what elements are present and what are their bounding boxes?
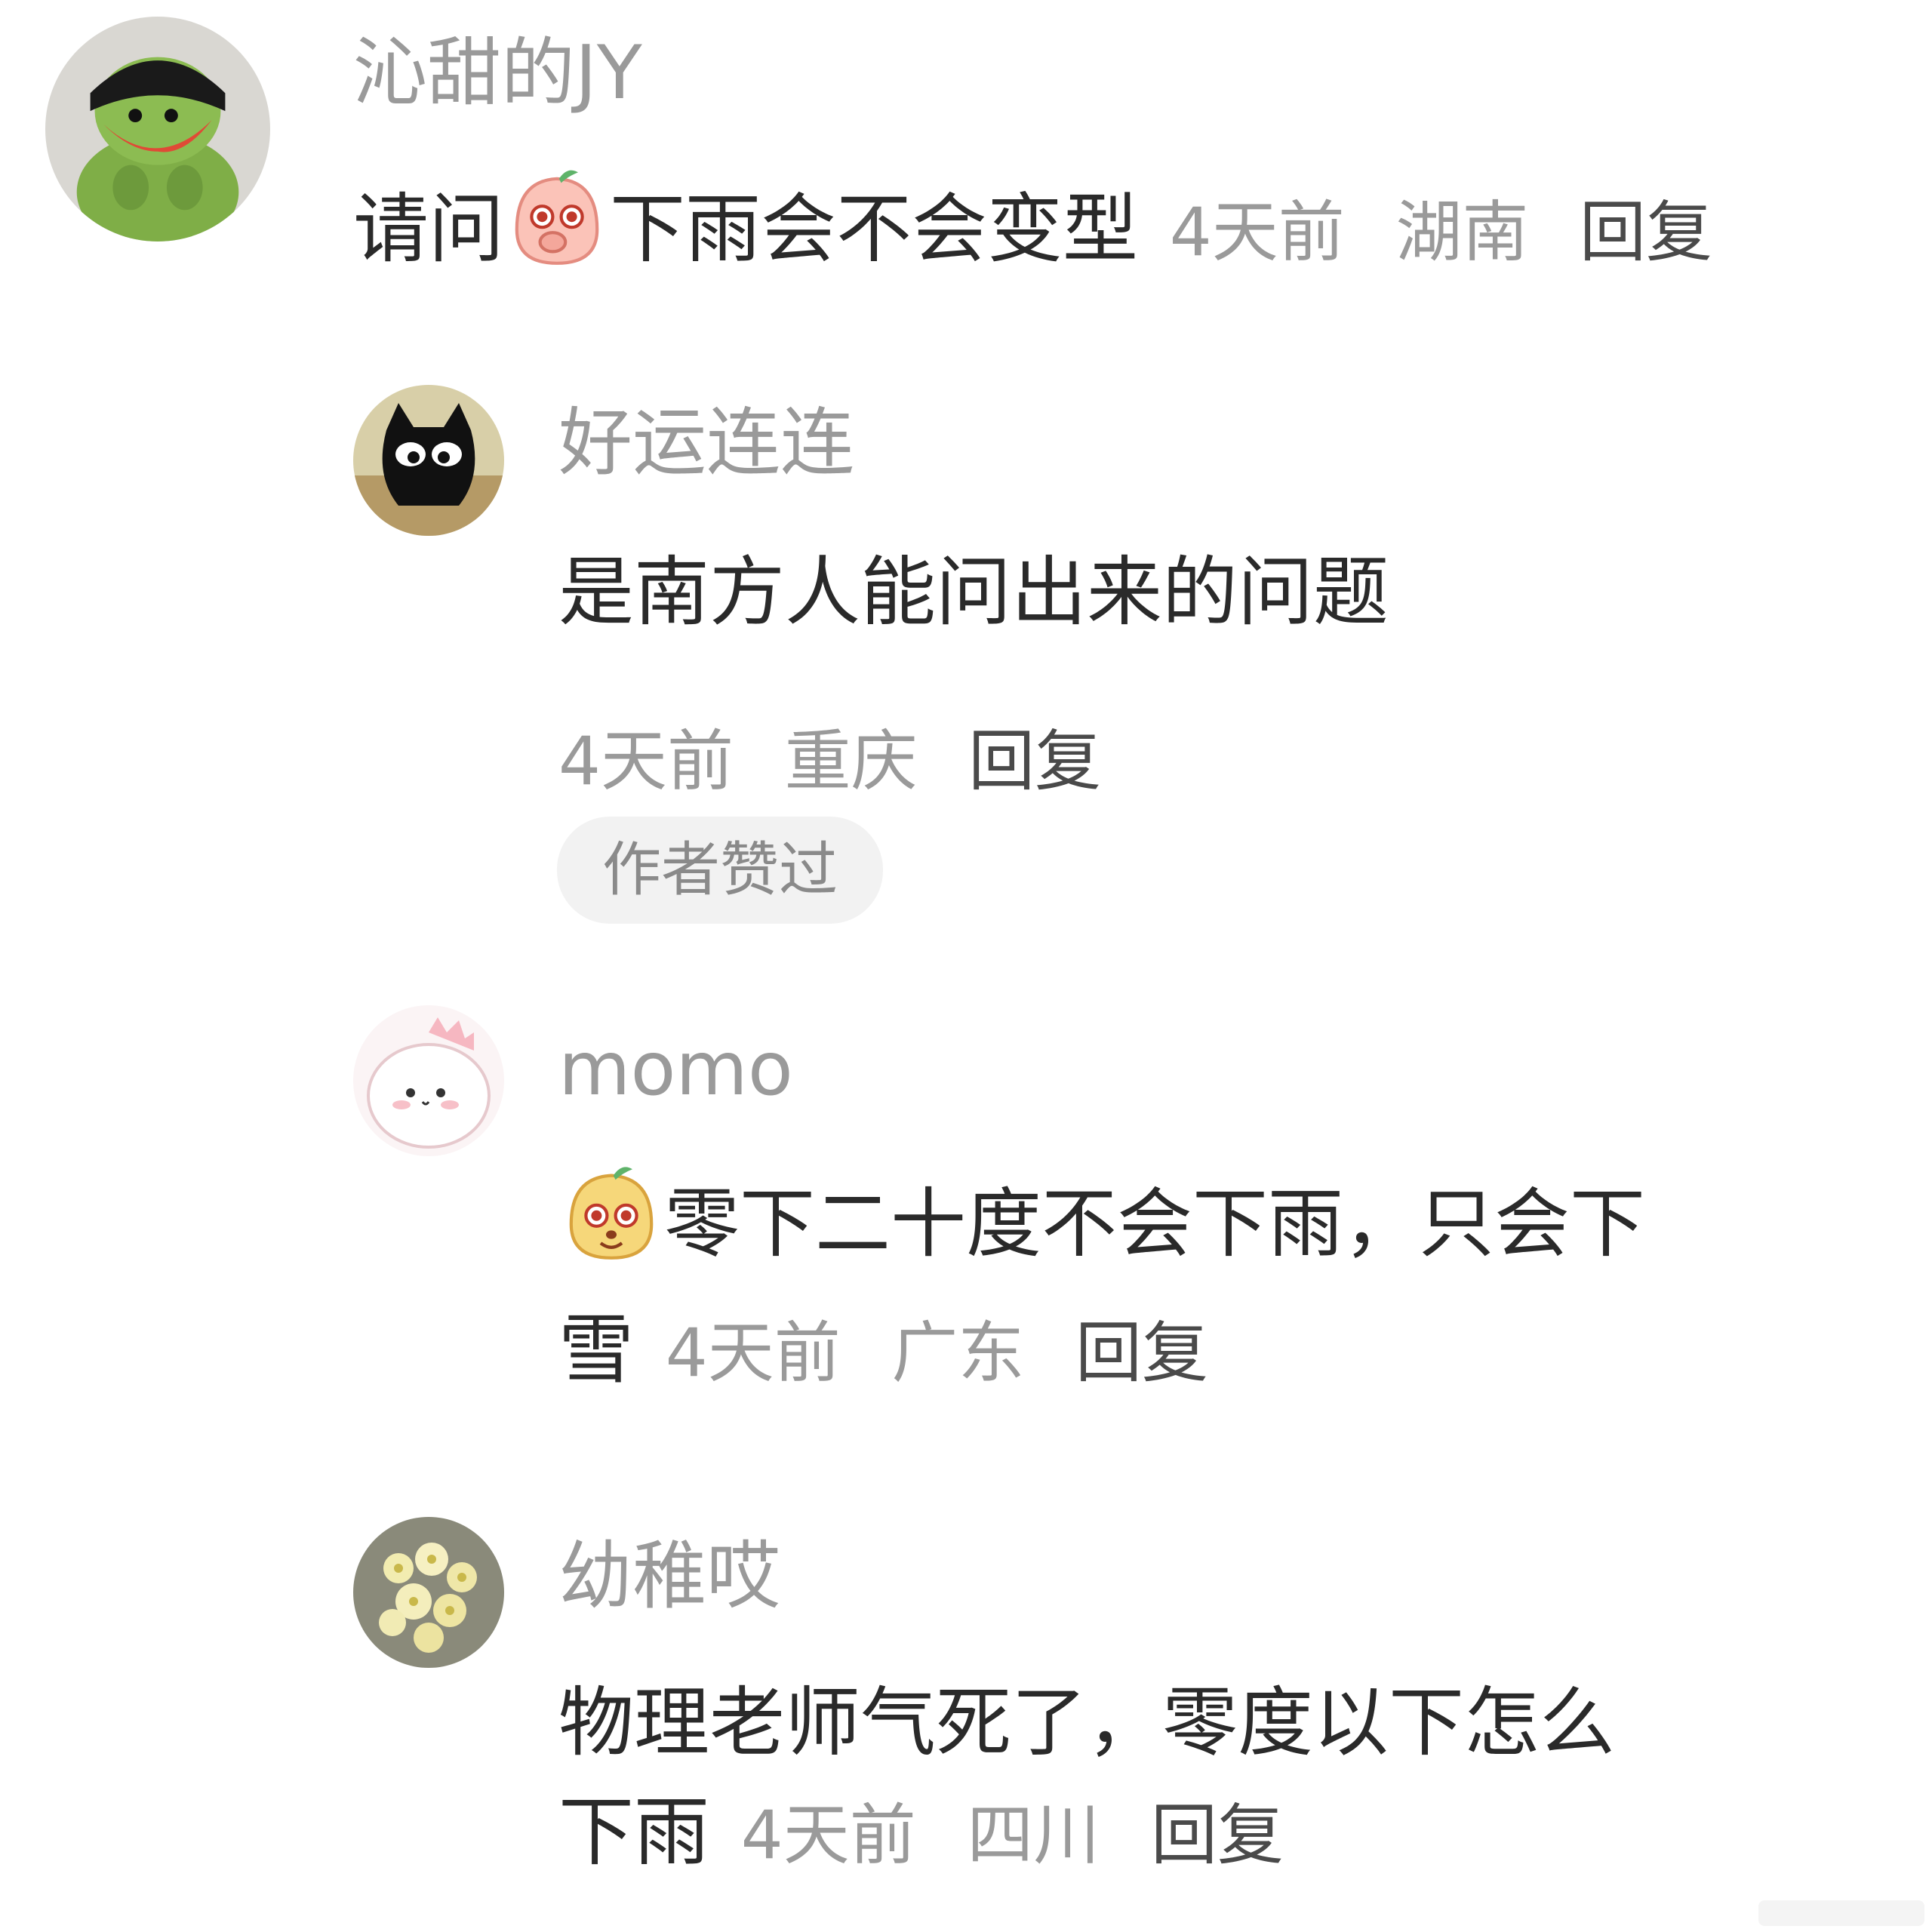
timestamp: 4天前 — [1169, 193, 1345, 271]
username[interactable]: 幼稚哎 — [558, 1540, 780, 1614]
location: 四川 — [967, 1796, 1100, 1874]
comment-meta: 4天前 重庆 回复 — [558, 708, 1131, 804]
comment-text: 是南方人能问出来的问题 — [558, 548, 1389, 636]
flowers-avatar-icon — [353, 1517, 504, 1668]
comment-text-before: 请问 — [353, 185, 504, 273]
reply-button[interactable]: 回复 — [968, 722, 1101, 800]
username[interactable]: 好运连连 — [558, 406, 854, 480]
username[interactable]: 沁甜的JY — [353, 36, 642, 110]
location: 湖南 — [1395, 193, 1529, 271]
avatar[interactable] — [45, 17, 270, 242]
scroll-indicator — [1758, 1900, 1924, 1926]
reply-button[interactable]: 回复 — [1580, 193, 1712, 271]
comment-text-line1: 零下二十度不会下雨，只会下 — [664, 1180, 1645, 1268]
yellow-blob-emoji-icon — [558, 1161, 664, 1295]
comment-text-line2: 雪 — [558, 1306, 634, 1394]
comment-meta: 4天前 四川 回复 — [741, 1796, 1314, 1874]
comment-text: 零下二十度不会下雨，只会下 雪 4天前 广东 回复 — [558, 1161, 1645, 1404]
peach-cover-mouth-emoji-icon — [504, 166, 610, 300]
timestamp: 4天前 — [740, 1796, 916, 1874]
avatar[interactable] — [353, 385, 504, 536]
avatar[interactable] — [353, 1517, 504, 1668]
avatar[interactable] — [353, 1005, 504, 1156]
location: 广东 — [891, 1314, 1025, 1392]
comment-text-after: 下雨会不会变型 — [610, 185, 1138, 273]
comment-text: 物理老师气死了，零度以下怎么 下雨 4天前 四川 回复 — [558, 1668, 1615, 1887]
location: 重庆 — [784, 722, 918, 800]
comment-meta: 4天前 广东 回复 — [666, 1314, 1238, 1392]
reply-button[interactable]: 回复 — [1075, 1314, 1208, 1392]
reply-button[interactable]: 回复 — [1151, 1796, 1284, 1874]
username[interactable]: momo — [558, 1032, 793, 1106]
author-liked-badge: 作者赞过 — [557, 817, 883, 924]
timestamp: 4天前 — [558, 722, 734, 800]
comment-text-line1: 物理老师气死了，零度以下怎么 — [558, 1678, 1615, 1767]
pink-dino-avatar-icon — [353, 1005, 504, 1156]
comment-text: 请问 下雨会不会变型 4天前 湖南 回复 — [353, 166, 1743, 300]
green-plush-avatar-icon — [45, 17, 270, 242]
comment-meta: 4天前 湖南 回复 — [1170, 193, 1743, 271]
timestamp: 4天前 — [665, 1314, 841, 1392]
comment-text-line2: 下雨 — [558, 1788, 709, 1876]
black-cat-avatar-icon — [353, 385, 504, 536]
